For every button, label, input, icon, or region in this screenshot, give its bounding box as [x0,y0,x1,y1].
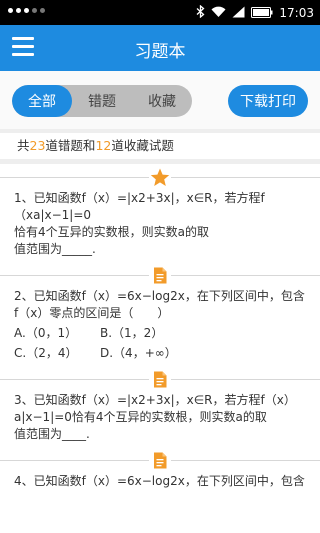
question-divider [0,366,320,392]
question-line: 恰有4个互异的实数根，则实数a的取 [14,225,209,239]
question-line: 值范围为____. [14,427,90,441]
question-item-1[interactable]: 1、已知函数f（x）=|x2+3x|，x∈R，若方程f（xa|x−1|=0 恰有… [0,190,320,258]
app-bar: 习题本 [0,25,320,71]
signal-dots-icon [8,8,45,13]
summary-text: 共23道错题和12道收藏试题 [0,133,320,159]
question-line: f（x）零点的区间是（ ） [14,306,170,320]
favorite-count: 12 [95,138,112,153]
question-item-4[interactable]: 4、已知函数f（x）=6x−log2x，在下列区间中，包含 [0,473,320,490]
question-divider [0,164,320,190]
question-line: 2、已知函数f（x）=6x−log2x，在下列区间中，包含 [14,289,305,303]
summary-middle: 道错题和 [45,138,96,153]
answer-options: C.（2，4） D.（4，+∞） [14,345,310,362]
page-title: 习题本 [134,42,186,62]
document-icon[interactable] [149,265,171,285]
filter-toolbar: 全部 错题 收藏 下载打印 [0,71,320,129]
question-item-2[interactable]: 2、已知函数f（x）=6x−log2x，在下列区间中，包含 f（x）零点的区间是… [0,288,320,362]
question-line: 4、已知函数f（x）=6x−log2x，在下列区间中，包含 [14,474,305,488]
question-line: 值范围为_____. [14,242,96,256]
summary-prefix: 共 [17,138,30,153]
summary-suffix: 道收藏试题 [111,138,174,153]
question-divider [0,262,320,288]
battery-icon [251,3,273,22]
option-a: A.（0，1） [14,326,78,340]
app-root: 17:03 习题本 全部 错题 收藏 下载打印 共23道错题和12道收藏试题 1… [0,0,320,533]
star-icon[interactable] [149,167,171,187]
question-item-3[interactable]: 3、已知函数f（x）=|x2+3x|，x∈R，若方程f（x） a|x−1|=0恰… [0,392,320,443]
option-c: C.（2，4） [14,346,78,360]
tab-wrong[interactable]: 错题 [72,85,132,117]
tab-all[interactable]: 全部 [12,85,72,117]
wifi-icon [211,3,226,22]
status-bar: 17:03 [0,0,320,25]
question-list: 1、已知函数f（x）=|x2+3x|，x∈R，若方程f（xa|x−1|=0 恰有… [0,164,320,533]
download-print-button[interactable]: 下载打印 [228,85,308,117]
question-line: a|x−1|=0恰有4个互异的实数根，则实数a的取 [14,410,267,424]
answer-options: A.（0，1） B.（1，2） [14,325,310,342]
question-line: 1、已知函数f（x）=|x2+3x|，x∈R，若方程f（xa|x−1|=0 [14,191,265,222]
tab-favorites[interactable]: 收藏 [132,85,192,117]
question-line: 3、已知函数f（x）=|x2+3x|，x∈R，若方程f（x） [14,393,296,407]
segmented-tabs: 全部 错题 收藏 [12,85,192,117]
cellular-signal-icon [232,3,245,22]
option-b: B.（1，2） [100,326,164,340]
bluetooth-icon [196,3,205,22]
document-icon[interactable] [149,450,171,470]
status-time: 17:03 [279,5,314,20]
document-icon[interactable] [149,369,171,389]
wrong-count: 23 [29,138,46,153]
question-divider [0,447,320,473]
option-d: D.（4，+∞） [100,346,177,360]
